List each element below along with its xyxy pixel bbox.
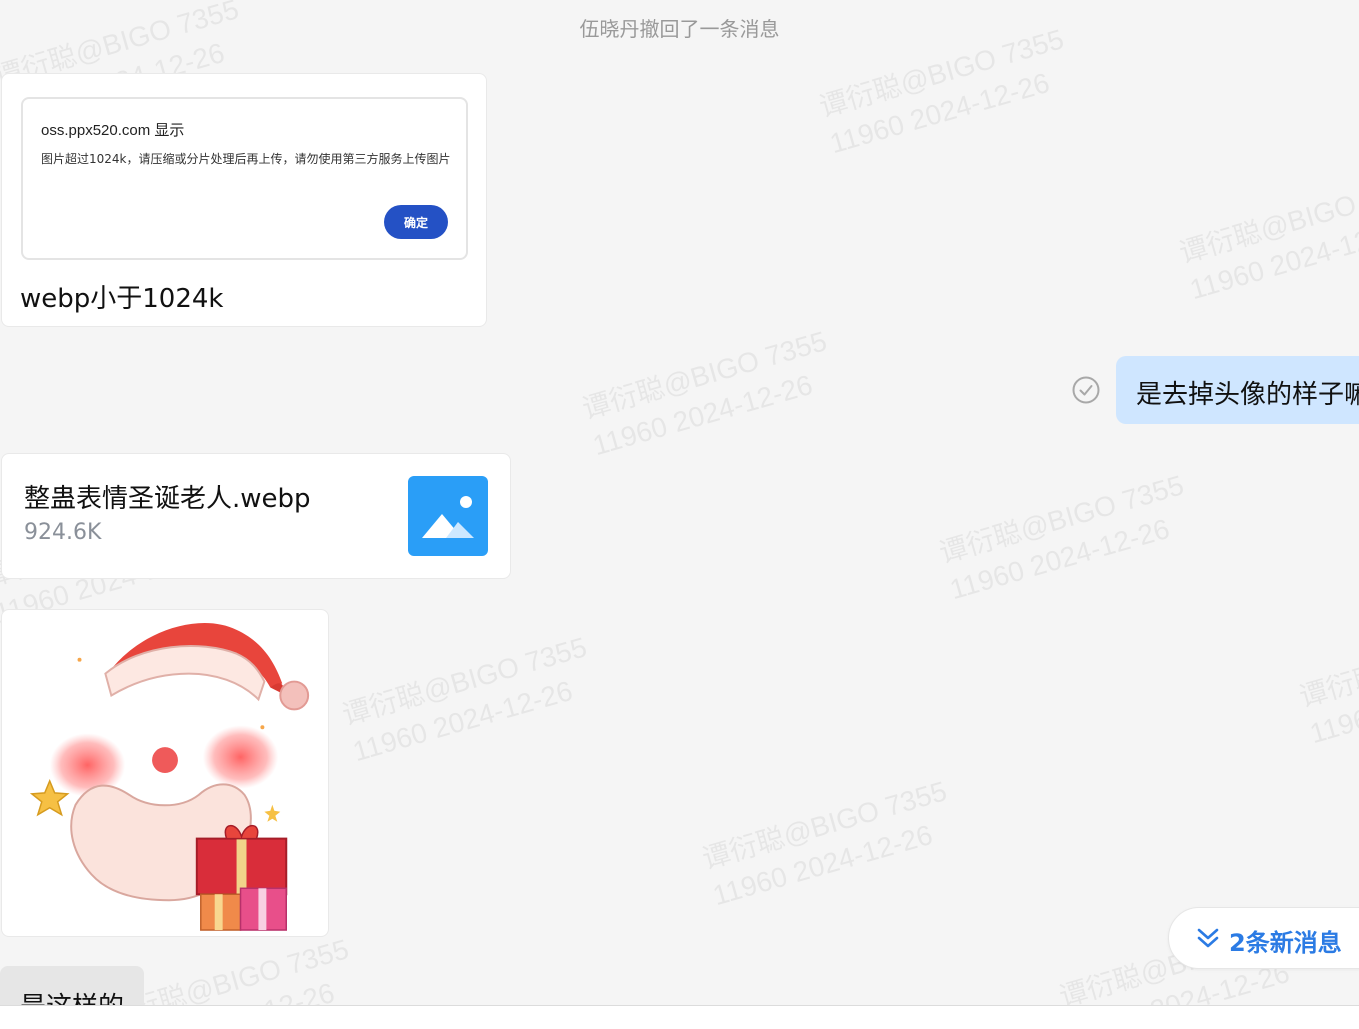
outgoing-message-text: 是去掉头像的样子嘛 bbox=[1136, 380, 1359, 410]
watermark: 谭衍聪@BIGO 735511960 2024-12-26 bbox=[935, 469, 1188, 606]
file-name: 整蛊表情圣诞老人.webp bbox=[24, 484, 311, 514]
santa-sticker-image bbox=[29, 622, 310, 931]
watermark: 谭衍聪@BIGO 735511960 2024-12-26 bbox=[578, 325, 831, 462]
watermark: 谭衍聪@BIGO 735511960 2024-12-26 bbox=[1295, 613, 1359, 750]
double-chevron-down-icon bbox=[1197, 928, 1219, 948]
recall-notice: 伍晓丹撤回了一条消息 bbox=[579, 17, 780, 41]
dialog-body: 图片超过1024k，请压缩或分片处理后再上传，请勿使用第三方服务上传图片 bbox=[41, 152, 451, 166]
new-messages-label: 2条新消息 bbox=[1229, 929, 1342, 957]
incoming-message-bubble[interactable]: 是这样的 bbox=[0, 966, 144, 1006]
screenshot-message[interactable]: oss.ppx520.com 显示 图片超过1024k，请压缩或分片处理后再上传… bbox=[1, 73, 487, 327]
outgoing-message-bubble[interactable]: 是去掉头像的样子嘛 bbox=[1116, 356, 1359, 424]
watermark: 谭衍聪@BIGO 735511960 2024-12-26 bbox=[698, 775, 951, 912]
check-circle-icon bbox=[1072, 376, 1100, 404]
watermark: 谭衍聪@BIGO 735511960 2024-12-26 bbox=[338, 631, 591, 768]
file-message[interactable]: 整蛊表情圣诞老人.webp 924.6K bbox=[1, 453, 511, 579]
image-file-icon bbox=[408, 476, 488, 556]
dialog-title: oss.ppx520.com 显示 bbox=[41, 122, 185, 139]
incoming-message-text: 是这样的 bbox=[20, 992, 124, 1006]
message-caption: webp小于1024k bbox=[20, 284, 224, 314]
message-input-area[interactable] bbox=[0, 1005, 1359, 1029]
file-size: 924.6K bbox=[24, 520, 102, 545]
watermark: 谭衍聪@BIGO 735511960 2024-12-26 bbox=[1175, 169, 1359, 306]
new-messages-button[interactable]: 2条新消息 bbox=[1168, 907, 1359, 969]
dialog-screenshot[interactable]: oss.ppx520.com 显示 图片超过1024k，请压缩或分片处理后再上传… bbox=[21, 97, 468, 260]
chat-message-list[interactable]: 谭衍聪@BIGO 735511960 2024-12-26 谭衍聪@BIGO 7… bbox=[0, 0, 1359, 1006]
sticker-message[interactable] bbox=[1, 609, 329, 937]
dialog-ok-button: 确定 bbox=[384, 205, 448, 239]
